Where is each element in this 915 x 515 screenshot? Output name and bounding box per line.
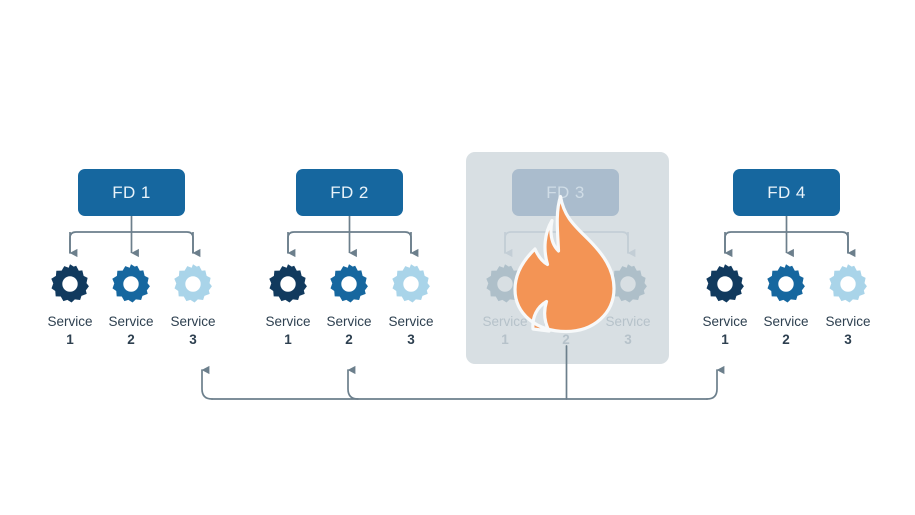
- gear-icon: [269, 264, 307, 303]
- service-fd1-3[interactable]: Service 3: [150, 262, 236, 348]
- fd-box-fd2[interactable]: FD 2: [296, 169, 403, 216]
- gear-icon: [174, 264, 212, 303]
- service-label: Service: [825, 314, 871, 329]
- gear-icon: [706, 264, 744, 303]
- service-fd2-3[interactable]: Service 3: [368, 262, 454, 348]
- gear-icon: [392, 264, 430, 303]
- service-number: 3: [407, 331, 415, 347]
- fd-box-fd1[interactable]: FD 1: [78, 169, 185, 216]
- gear-icon: [829, 264, 867, 303]
- gear-icon: [767, 264, 805, 303]
- fd-box-label: FD 1: [112, 182, 151, 202]
- gear-icon: [330, 264, 368, 303]
- connector-layer: [69, 216, 856, 400]
- service-label: Service: [170, 314, 216, 329]
- fd-box-fd4[interactable]: FD 4: [733, 169, 840, 216]
- service-label: Service: [388, 314, 434, 329]
- fd-box-label: FD 2: [330, 182, 369, 202]
- gear-icon: [112, 264, 150, 303]
- service-fd4-3[interactable]: Service 3: [805, 262, 891, 348]
- fd1-fanout-connectors: [69, 216, 201, 258]
- service-number: 3: [189, 331, 197, 347]
- gear-icon: [51, 264, 89, 303]
- failure-domain-diagram: FD 1 Service 1 Service 2 Service 3 FD 2: [0, 0, 915, 515]
- flame-icon: [513, 194, 616, 334]
- fd-box-label: FD 4: [767, 182, 806, 202]
- service-number: 3: [844, 331, 852, 347]
- fd2-fanout-connectors: [287, 216, 419, 258]
- fd4-fanout-connectors: [724, 216, 856, 258]
